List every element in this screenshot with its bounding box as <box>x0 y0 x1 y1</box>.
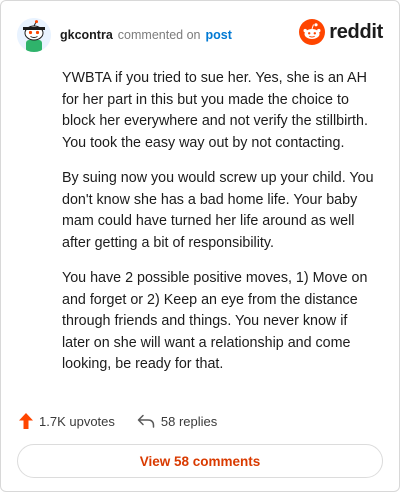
post-link[interactable]: post <box>205 28 231 42</box>
reddit-wordmark: reddit <box>329 20 383 43</box>
replies-button[interactable]: 58 replies <box>137 414 217 429</box>
upvote-count: 1.7K upvotes <box>39 413 115 429</box>
snoo-avatar-icon <box>17 18 51 52</box>
upvote-button[interactable]: 1.7K upvotes <box>19 413 115 429</box>
comment-body: YWBTA if you tried to sue her. Yes, she … <box>62 68 379 390</box>
comment-paragraph: By suing now you would screw up your chi… <box>62 170 374 251</box>
comment-paragraph: YWBTA if you tried to sue her. Yes, she … <box>62 70 368 151</box>
user-avatar[interactable] <box>17 18 51 52</box>
upvote-arrow-icon <box>19 413 33 429</box>
comment-header: gkcontra commented on post reddit <box>17 17 383 53</box>
comment-footer: 1.7K upvotes 58 replies <box>19 409 383 433</box>
comment-paragraph: You have 2 possible positive moves, 1) M… <box>62 270 368 372</box>
replies-count: 58 replies <box>160 413 218 429</box>
comment-card: gkcontra commented on post reddit YWBTA … <box>0 0 400 492</box>
username-link[interactable]: gkcontra <box>60 28 113 42</box>
reddit-logo[interactable]: reddit <box>299 19 383 45</box>
reddit-alien-icon <box>299 19 326 45</box>
comment-byline: gkcontra commented on post <box>60 28 232 42</box>
comment-action-text: commented on <box>117 28 201 42</box>
view-comments-button[interactable]: View 58 comments <box>17 444 383 478</box>
reply-arrow-icon <box>137 414 155 428</box>
